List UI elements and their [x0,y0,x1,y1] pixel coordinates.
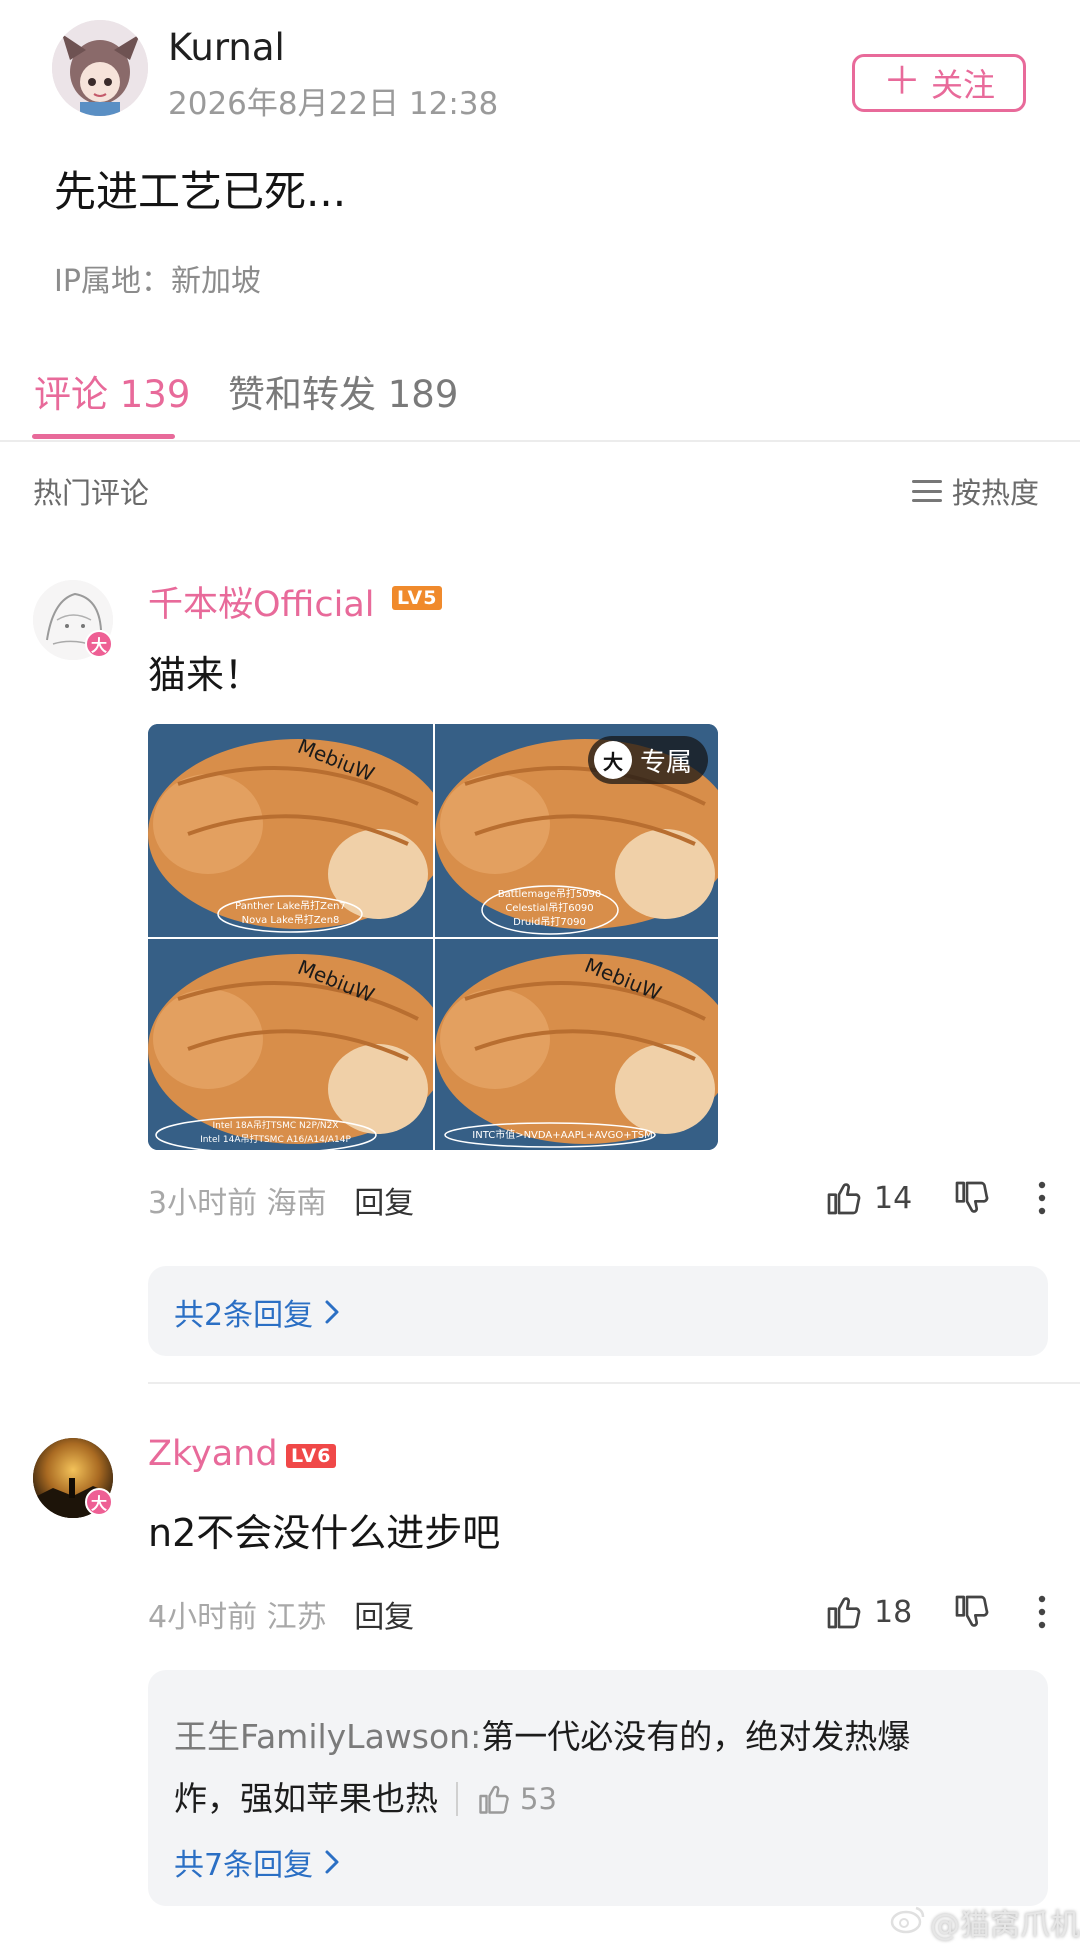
source-watermark: @猫窝爪机 [930,1908,1080,1943]
verified-badge-icon: 大 [85,630,113,658]
level-badge: LV5 [392,586,443,610]
section-title: 热门评论 [33,476,150,510]
sort-label: 按热度 [952,476,1040,510]
sub-reply-text-line2: 炸，强如苹果也热 [174,1779,438,1818]
anime-avatar-icon [52,20,148,116]
reply-button[interactable]: 回复 [354,1600,414,1635]
divider [456,1782,458,1816]
image-caption: Battlemage吊打5090 [497,889,602,900]
author-name[interactable]: Kurnal [168,26,285,69]
image-caption: Panther Lake吊打Zen7 [235,901,346,912]
cat-image[interactable]: MebiuW Intel 18A吊打TSMC N2P/N2X Intel 14A… [148,939,433,1150]
divider [148,1382,1080,1384]
post-text: 先进工艺已死... [54,167,347,216]
cat-image[interactable]: MebiuW Panther Lake吊打Zen7 Nova Lake吊打Zen… [148,724,433,937]
thumbs-up-icon [479,1785,509,1814]
sub-reply[interactable]: 王生FamilyLawson:第一代必没有的，绝对发热爆 炸，强如苹果也热 53 [174,1706,1024,1830]
comment-time: 3小时前 [148,1186,258,1221]
exclusive-icon: 大 [593,741,632,779]
cat-image[interactable]: Battlemage吊打5090 Celestial吊打6090 Druid吊打… [435,724,718,937]
follow-button[interactable]: ＋ 关注 [852,54,1026,112]
replies-box[interactable]: 共2条回复 [148,1266,1048,1356]
more-vertical-icon [1038,1181,1046,1215]
more-options-button[interactable] [1026,1590,1058,1634]
chevron-right-icon [325,1850,339,1874]
thumbs-down-icon [955,1595,989,1627]
comment-time: 4小时前 [148,1600,258,1635]
replies-count-label: 共7条回复 [174,1848,314,1883]
like-count: 14 [874,1180,913,1216]
image-caption: Intel 18A吊打TSMC N2P/N2X [212,1121,339,1131]
thumbs-up-icon [827,1597,861,1629]
thumbs-up-icon [827,1183,861,1215]
view-replies-link[interactable]: 共2条回复 [174,1290,341,1334]
replies-box[interactable]: 王生FamilyLawson:第一代必没有的，绝对发热爆 炸，强如苹果也热 53… [148,1670,1048,1906]
image-caption: Nova Lake吊打Zen8 [241,915,340,926]
verified-badge-icon: 大 [85,1488,113,1516]
divider [0,440,1080,442]
more-vertical-icon [1038,1595,1046,1629]
reply-button[interactable]: 回复 [354,1186,414,1221]
list-sort-icon [912,480,942,502]
comment-image-grid[interactable]: MebiuW Panther Lake吊打Zen7 Nova Lake吊打Zen… [148,724,718,1150]
replies-count-label: 共2条回复 [174,1298,314,1333]
image-caption: Celestial吊打6090 [505,903,594,914]
dislike-button[interactable] [950,1176,994,1220]
tab-comments[interactable]: 评论 139 [34,364,190,418]
image-caption: Druid吊打7090 [513,917,586,928]
exclusive-label: 专属 [639,747,692,778]
active-tab-indicator [32,434,175,439]
author-avatar[interactable] [52,20,148,116]
comment-text: 猫来！ [148,653,263,697]
sort-button[interactable]: 按热度 [912,470,1039,512]
image-caption: Intel 14A吊打TSMC A16/A14/A14P [200,1135,351,1145]
sub-reply-like-count: 53 [520,1782,557,1816]
more-options-button[interactable] [1026,1176,1058,1220]
sub-reply-like[interactable]: 53 [476,1768,557,1830]
dislike-button[interactable] [950,1590,994,1634]
level-badge: LV6 [286,1444,337,1468]
ip-location: IP属地：新加坡 [54,264,261,299]
sub-reply-text-line1: 第一代必没有的，绝对发热爆 [481,1717,911,1756]
comment-location: 江苏 [266,1600,327,1635]
image-caption: INTC市值>NVDA+AAPL+AVGO+TSM [472,1130,653,1141]
comment-meta: 3小时前 海南 回复 [148,1178,414,1222]
cat-image[interactable]: MebiuW INTC市值>NVDA+AAPL+AVGO+TSM [435,939,718,1150]
post-timestamp: 2026年8月22日 12:38 [168,86,499,122]
tab-likes-reposts[interactable]: 赞和转发 189 [228,364,458,418]
thumbs-down-icon [955,1181,989,1213]
comment-meta: 4小时前 江苏 回复 [148,1592,414,1636]
sub-reply-user[interactable]: 王生FamilyLawson: [174,1717,481,1756]
cat-photo-icon [435,939,718,1150]
view-replies-link[interactable]: 共7条回复 [174,1840,341,1884]
like-button[interactable]: 18 [824,1592,912,1632]
like-button[interactable]: 14 [824,1178,912,1218]
like-count: 18 [874,1594,913,1630]
weibo-logo-icon [890,1904,930,1940]
follow-label: 关注 [931,66,996,104]
comment-username[interactable]: Zkyand [148,1434,278,1474]
comment-text: n2不会没什么进步吧 [148,1511,501,1555]
comment-username[interactable]: 千本桜Official [148,576,375,627]
plus-icon: ＋ [882,59,921,103]
exclusive-badge: 大 专属 [587,736,708,784]
comment-location: 海南 [266,1186,327,1221]
chevron-right-icon [325,1300,339,1324]
